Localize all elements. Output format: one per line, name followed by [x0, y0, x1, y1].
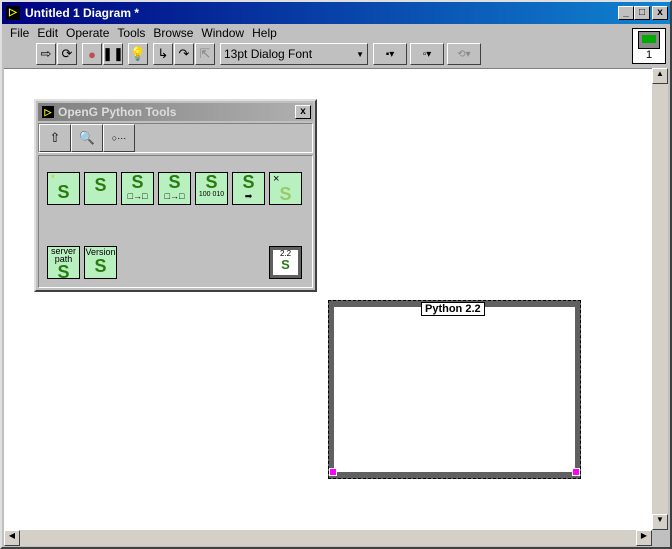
structure-label[interactable]: Python 2.2	[421, 302, 485, 316]
vi-icon	[638, 31, 660, 49]
connector-pane[interactable]: 1	[632, 28, 666, 64]
python-execute-icon[interactable]: S ➡	[232, 172, 265, 205]
distribute-objects-button[interactable]: ▫▾	[410, 43, 444, 65]
version-icon[interactable]: Version S	[84, 246, 117, 279]
step-over-button[interactable]: ↷	[174, 43, 194, 65]
vertical-scrollbar[interactable]: ▲ ▼	[652, 68, 668, 530]
up-arrow-button[interactable]: ⇧	[39, 124, 71, 152]
close-button[interactable]: x	[652, 6, 668, 20]
font-select[interactable]: 13pt Dialog Font ▼	[220, 43, 368, 65]
step-out-button[interactable]: ⇱	[195, 43, 215, 65]
python-new-icon[interactable]: * S	[47, 172, 80, 205]
reorder-button[interactable]: ⟲▾	[447, 43, 481, 65]
run-button[interactable]: ⇨	[36, 43, 56, 65]
openg-python-tools-palette: ▷ OpenG Python Tools x ⇧ 🔍 ○⋯ * S S S □→□ …	[34, 99, 317, 292]
palette-title-bar[interactable]: ▷ OpenG Python Tools x	[38, 103, 313, 121]
python-binary-icon[interactable]: S 100 010	[195, 172, 228, 205]
menu-bar: File Edit Operate Tools Browse Window He…	[6, 26, 281, 42]
connector-pane-number: 1	[645, 49, 653, 61]
window-title: Untitled 1 Diagram *	[25, 6, 140, 20]
maximize-button[interactable]: □	[634, 6, 650, 20]
toolbar: ⇨ ⟳ ● ❚❚ 💡 ↳ ↷ ⇱ 13pt Dialog Font ▼ ▪▾ ▫▾…	[36, 43, 481, 67]
run-continuously-button[interactable]: ⟳	[57, 43, 77, 65]
menu-browse[interactable]: Browse	[149, 26, 197, 42]
chevron-down-icon: ▼	[356, 49, 364, 59]
view-options-button[interactable]: ○⋯	[103, 124, 135, 152]
menu-operate[interactable]: Operate	[62, 26, 113, 42]
server-path-icon[interactable]: server path S	[47, 246, 80, 279]
menu-edit[interactable]: Edit	[33, 26, 62, 42]
python-close-icon[interactable]: × S	[269, 172, 302, 205]
search-button[interactable]: 🔍	[71, 124, 103, 152]
menu-window[interactable]: Window	[197, 26, 248, 42]
align-objects-button[interactable]: ▪▾	[373, 43, 407, 65]
python-22-structure-icon[interactable]: 2.2 S	[269, 246, 302, 279]
abort-button[interactable]: ●	[82, 43, 102, 65]
palette-close-button[interactable]: x	[295, 105, 311, 119]
menu-tools[interactable]: Tools	[113, 26, 149, 42]
menu-help[interactable]: Help	[248, 26, 281, 42]
highlight-execution-button[interactable]: 💡	[128, 43, 148, 65]
menu-file[interactable]: File	[6, 26, 33, 42]
left-terminal[interactable]	[329, 468, 337, 476]
python-22-structure[interactable]: Python 2.2	[328, 300, 581, 479]
python-to-lv-icon[interactable]: S □→□	[121, 172, 154, 205]
labview-icon: ▷	[6, 6, 20, 20]
palette-toolbar: ⇧ 🔍 ○⋯	[38, 123, 313, 153]
labview-icon: ▷	[42, 106, 54, 118]
horizontal-scrollbar[interactable]: ◀ ▶	[4, 530, 652, 546]
lv-to-python-icon[interactable]: S □→□	[158, 172, 191, 205]
minimize-button[interactable]: _	[618, 6, 634, 20]
python-script-icon[interactable]: S	[84, 172, 117, 205]
structure-interior[interactable]	[334, 307, 575, 472]
step-into-button[interactable]: ↳	[153, 43, 173, 65]
pause-button[interactable]: ❚❚	[102, 43, 124, 65]
palette-title: OpenG Python Tools	[58, 105, 177, 119]
right-terminal[interactable]	[572, 468, 580, 476]
title-bar: ▷ Untitled 1 Diagram * _ □ x	[2, 2, 670, 24]
